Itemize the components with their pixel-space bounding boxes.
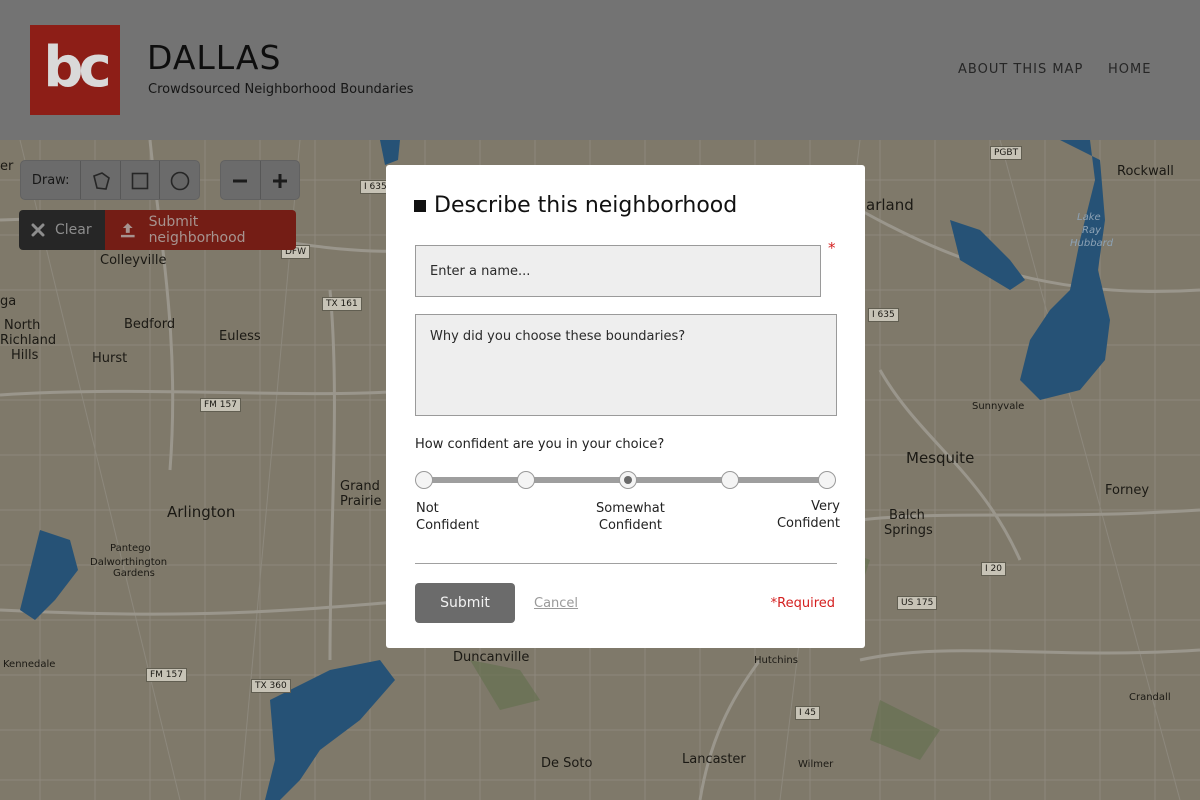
zoom-in-button[interactable] — [259, 161, 299, 199]
place-label: Dalworthington — [90, 557, 168, 568]
highway-shield: FM 157 — [200, 398, 241, 412]
place-label: Hubbard — [1070, 238, 1114, 249]
label-not-confident: Not Confident — [416, 500, 479, 534]
confidence-question: How confident are you in your choice? — [415, 437, 665, 452]
close-icon — [31, 223, 45, 237]
place-label: North — [4, 318, 41, 333]
submit-neighborhood-button[interactable]: Submit neighborhood — [105, 210, 296, 250]
place-label: ga — [0, 294, 17, 309]
place-label: Mesquite — [906, 449, 975, 467]
place-label: Prairie — [340, 494, 382, 509]
highway-shield: PGBT — [990, 146, 1023, 160]
square-icon — [414, 199, 426, 212]
place-label: Bedford — [124, 317, 176, 332]
place-label: Springs — [884, 523, 933, 538]
highway-shield: US 175 — [897, 596, 938, 610]
label-line: Confident — [416, 518, 480, 533]
place-label: Rockwall — [1117, 164, 1174, 179]
describe-neighborhood-dialog: Describe this neighborhood * How confide… — [386, 165, 865, 648]
page-title: DALLAS — [147, 38, 282, 77]
draw-rectangle-button[interactable] — [119, 161, 160, 199]
place-label: er — [0, 159, 14, 174]
dialog-title: Describe this neighborhood — [414, 193, 737, 218]
neighborhood-name-input[interactable] — [415, 245, 821, 297]
dialog-title-text: Describe this neighborhood — [434, 193, 738, 218]
place-label: Hutchins — [754, 655, 798, 666]
label-line: Very — [811, 499, 840, 514]
place-label: Lake — [1077, 212, 1101, 223]
label-very-confident: Very Confident — [777, 498, 840, 532]
place-label: Crandall — [1129, 692, 1171, 703]
place-label: Richland — [0, 333, 57, 348]
place-label: Duncanville — [453, 650, 530, 665]
nav-about-this-map[interactable]: ABOUT THIS MAP — [958, 62, 1083, 77]
logo-text: bc — [43, 34, 111, 100]
draw-toolbar: Draw: — [20, 160, 200, 200]
zoom-control — [220, 160, 300, 200]
divider — [415, 563, 837, 564]
draw-polygon-button[interactable] — [80, 161, 120, 199]
rectangle-icon — [131, 172, 149, 190]
highway-shield: FM 157 — [146, 668, 187, 682]
place-label: Grand — [340, 479, 380, 494]
confidence-option-5[interactable] — [818, 471, 836, 489]
confidence-option-4[interactable] — [721, 471, 739, 489]
clear-button-label: Clear — [55, 222, 92, 238]
place-label: Euless — [219, 329, 261, 344]
place-label: De Soto — [541, 756, 593, 771]
circle-icon — [170, 171, 190, 191]
label-line: Somewhat — [596, 501, 665, 516]
place-label: arland — [866, 196, 914, 214]
label-somewhat-confident: Somewhat Confident — [596, 500, 665, 534]
page-subtitle: Crowdsourced Neighborhood Boundaries — [148, 82, 414, 97]
place-label: Arlington — [167, 503, 236, 521]
highway-shield: I 45 — [795, 706, 820, 720]
draw-circle-button[interactable] — [159, 161, 199, 199]
site-header: bc DALLAS Crowdsourced Neighborhood Boun… — [0, 0, 1200, 140]
polygon-icon — [92, 172, 110, 190]
place-label: Forney — [1105, 483, 1150, 498]
confidence-option-3[interactable] — [619, 471, 637, 489]
required-marker: * — [828, 239, 836, 257]
place-label: Hills — [11, 348, 39, 363]
highway-shield: I 635 — [868, 308, 899, 322]
submit-button[interactable]: Submit — [415, 583, 515, 623]
place-label: Hurst — [92, 351, 128, 366]
highway-shield: TX 360 — [251, 679, 291, 693]
place-label: Pantego — [110, 543, 151, 554]
place-label: Ray — [1082, 225, 1101, 236]
draw-label: Draw: — [31, 172, 70, 188]
clear-button[interactable]: Clear — [19, 210, 105, 250]
place-label: Balch — [889, 508, 925, 523]
place-label: Wilmer — [798, 759, 834, 770]
upload-icon — [120, 223, 135, 238]
boundary-reason-textarea[interactable] — [415, 314, 837, 416]
highway-shield: I 20 — [981, 562, 1006, 576]
logo[interactable]: bc — [30, 25, 120, 115]
minus-icon — [233, 179, 248, 183]
place-label: Colleyville — [100, 253, 167, 268]
required-note: *Required — [770, 596, 835, 611]
zoom-out-button[interactable] — [221, 161, 260, 199]
label-line: Confident — [776, 516, 840, 531]
cancel-link[interactable]: Cancel — [534, 596, 578, 611]
label-line: Confident — [598, 518, 662, 533]
place-label: Gardens — [113, 568, 155, 579]
place-label: Lancaster — [682, 752, 746, 767]
highway-shield: TX 161 — [322, 297, 362, 311]
confidence-option-2[interactable] — [517, 471, 535, 489]
place-label: Sunnyvale — [972, 401, 1025, 412]
confidence-option-1[interactable] — [415, 471, 433, 489]
place-label: Kennedale — [3, 659, 56, 670]
submit-neighborhood-label: Submit neighborhood — [148, 214, 246, 246]
nav-home[interactable]: HOME — [1108, 62, 1151, 77]
plus-icon — [272, 174, 287, 188]
label-line: Not — [416, 501, 439, 516]
